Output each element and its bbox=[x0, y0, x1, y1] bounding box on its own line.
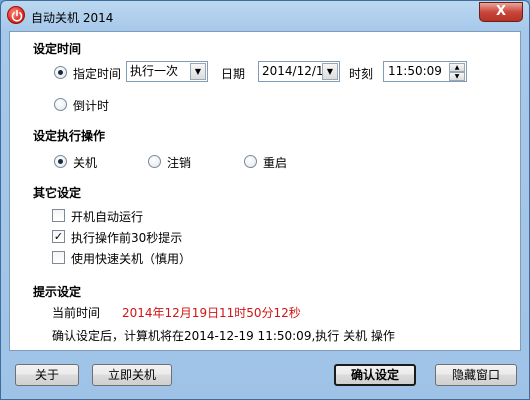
window-title: 自动关机 2014 bbox=[31, 11, 114, 25]
checkbox-warn-30s-label: 执行操作前30秒提示 bbox=[71, 231, 183, 245]
radio-specified-time[interactable] bbox=[54, 66, 67, 79]
radio-countdown[interactable] bbox=[54, 98, 67, 111]
checkbox-autostart[interactable] bbox=[52, 209, 65, 222]
radio-shutdown-label: 关机 bbox=[73, 156, 98, 170]
shutdown-now-button[interactable]: 立即关机 bbox=[92, 364, 172, 386]
radio-logoff-label: 注销 bbox=[167, 156, 192, 170]
chevron-down-icon[interactable]: ▼ bbox=[322, 63, 338, 80]
date-label: 日期 bbox=[221, 67, 246, 81]
date-picker-value: 2014/12/19 bbox=[262, 64, 332, 78]
about-button[interactable]: 关于 bbox=[15, 364, 79, 386]
checkbox-warn-30s[interactable]: ✓ bbox=[52, 230, 65, 243]
spin-up-icon[interactable]: ▲ bbox=[449, 63, 465, 72]
radio-logoff[interactable] bbox=[148, 155, 161, 168]
confirm-message: 确认设定后，计算机将在2014-12-19 11:50:09,执行 关机 操作 bbox=[52, 329, 395, 343]
hide-window-button[interactable]: 隐藏窗口 bbox=[435, 364, 517, 386]
confirm-button[interactable]: 确认设定 bbox=[334, 364, 416, 386]
checkbox-autostart-label: 开机自动运行 bbox=[71, 210, 144, 224]
radio-shutdown[interactable] bbox=[54, 155, 67, 168]
title-bar[interactable]: 自动关机 2014 X bbox=[1, 1, 529, 31]
settings-panel: 设定时间 指定时间 执行一次 ▼ 日期 2014/12/19 ▼ 时刻 11:5… bbox=[9, 31, 521, 351]
frequency-select[interactable]: 执行一次 ▼ bbox=[126, 61, 208, 82]
chevron-down-icon[interactable]: ▼ bbox=[190, 63, 206, 80]
radio-restart-label: 重启 bbox=[263, 156, 288, 170]
section-title-hint: 提示设定 bbox=[33, 285, 82, 299]
time-spinner[interactable]: 11:50:09 ▲ ▼ bbox=[383, 61, 467, 82]
section-title-schedule: 设定时间 bbox=[33, 42, 82, 56]
time-spinner-value: 11:50:09 bbox=[388, 64, 442, 78]
time-label: 时刻 bbox=[349, 67, 374, 81]
close-button[interactable]: X bbox=[479, 2, 523, 22]
radio-restart[interactable] bbox=[244, 155, 257, 168]
checkbox-fast-shutdown-label: 使用快速关机（慎用） bbox=[71, 252, 192, 266]
power-icon bbox=[7, 6, 25, 24]
section-title-other: 其它设定 bbox=[33, 186, 82, 200]
checkbox-fast-shutdown[interactable] bbox=[52, 251, 65, 264]
current-date-value: 2014年12月19日 bbox=[122, 306, 220, 320]
frequency-select-value: 执行一次 bbox=[130, 64, 179, 78]
checkmark-icon: ✓ bbox=[53, 230, 64, 243]
radio-specified-time-label: 指定时间 bbox=[73, 67, 122, 81]
spin-down-icon[interactable]: ▼ bbox=[449, 72, 465, 81]
radio-countdown-label: 倒计时 bbox=[73, 99, 110, 113]
app-window: 自动关机 2014 X 设定时间 指定时间 执行一次 ▼ 日期 2014/12/… bbox=[0, 0, 530, 400]
date-picker[interactable]: 2014/12/19 ▼ bbox=[258, 61, 340, 82]
current-time-value: 11时50分12秒 bbox=[219, 306, 301, 320]
close-icon: X bbox=[495, 4, 507, 19]
section-title-action: 设定执行操作 bbox=[33, 129, 106, 143]
current-time-label: 当前时间 bbox=[52, 306, 101, 320]
